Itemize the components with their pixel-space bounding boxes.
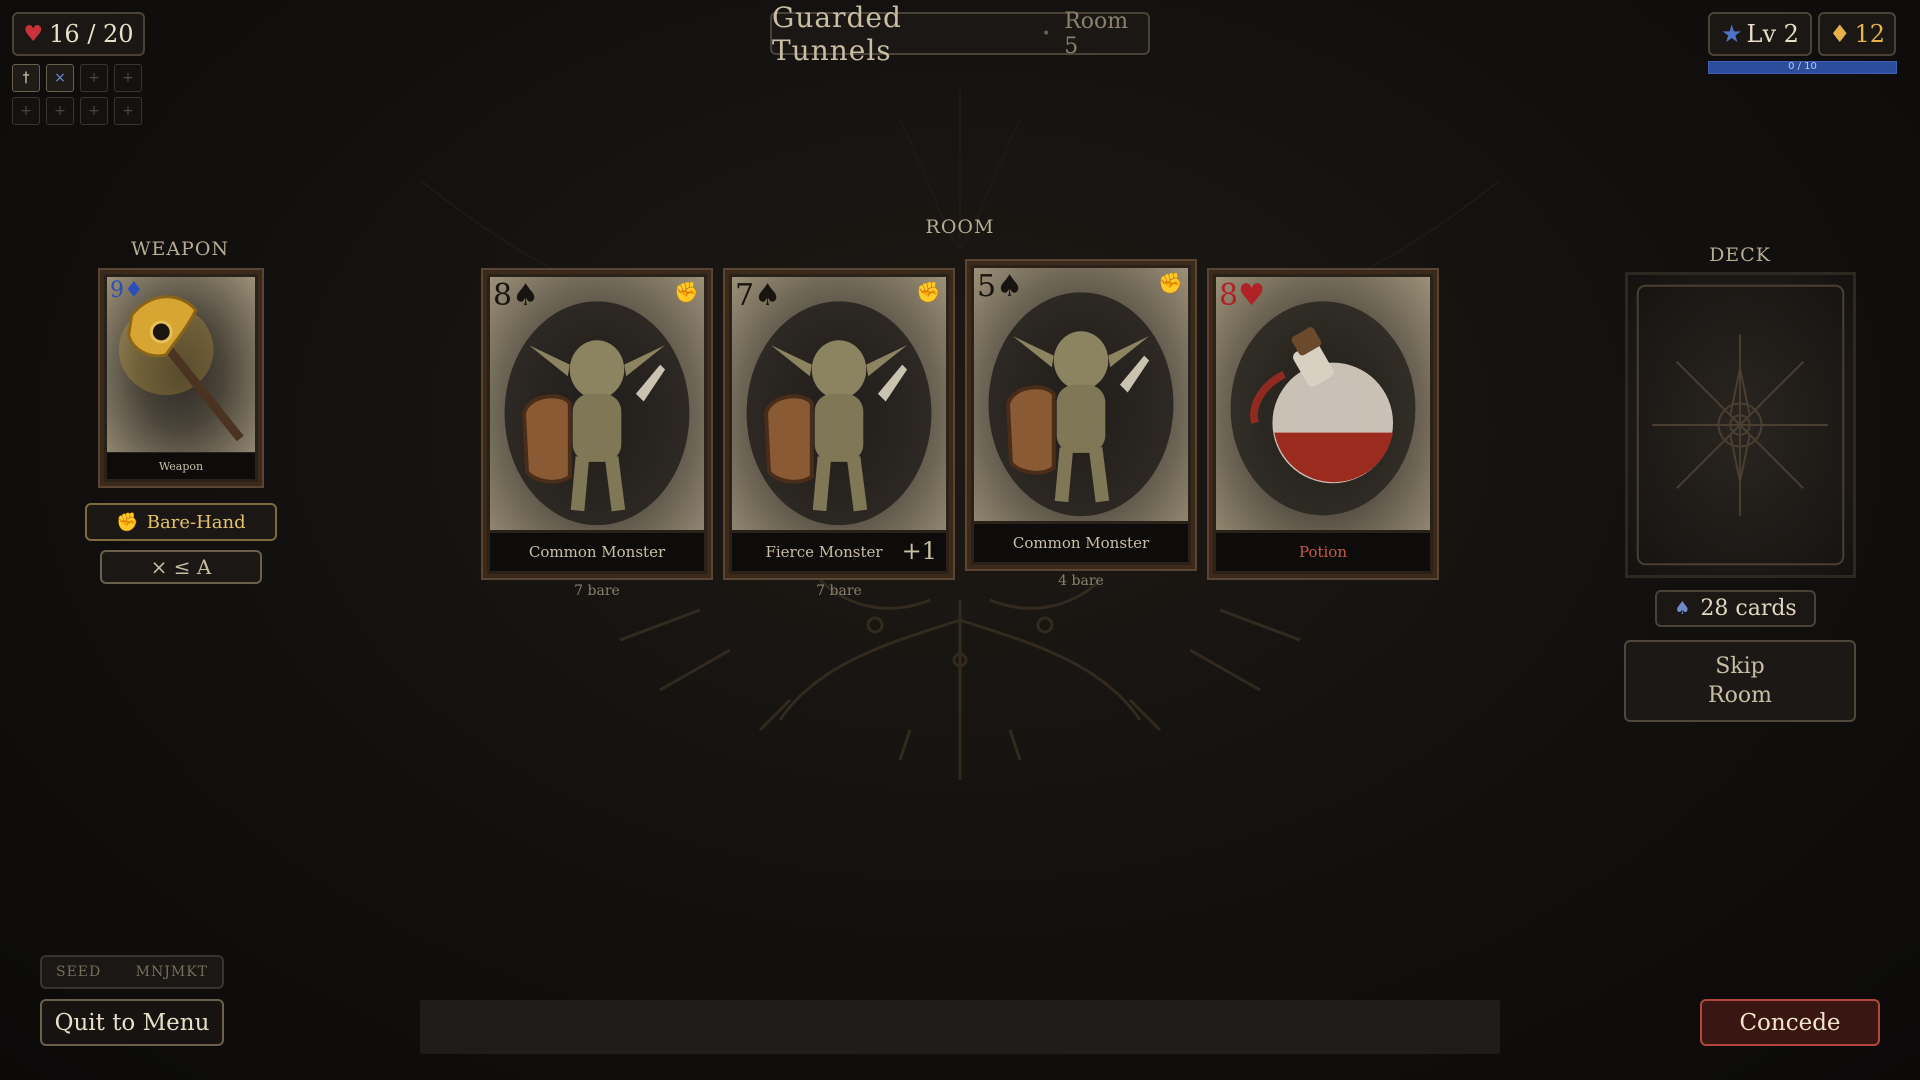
draw-deck[interactable] xyxy=(1625,272,1856,578)
goblin-icon xyxy=(974,268,1188,521)
quit-to-menu-button[interactable]: Quit to Menu xyxy=(40,999,224,1046)
dagger-slot[interactable]: † xyxy=(12,64,40,92)
card-rank: 5♠ xyxy=(977,269,1023,304)
room-card-common-monster-1[interactable]: 8♠ ✊ Common Monster xyxy=(481,268,713,580)
title-separator: • xyxy=(1041,25,1051,42)
card-bare-damage: 7 bare xyxy=(574,583,620,599)
room-card-fierce-monster[interactable]: 7♠ ✊ Fierce Monster +1 xyxy=(723,268,955,580)
fist-icon: ✊ xyxy=(1158,271,1183,295)
skip-room-line2: Room xyxy=(1708,683,1772,708)
seed-value: MNJMKT xyxy=(135,964,208,980)
goblin-icon xyxy=(490,277,704,530)
xp-bar: 0 / 10 xyxy=(1708,61,1897,74)
seed-label: SEED xyxy=(56,964,102,980)
weapon-rank: 9♦ xyxy=(110,278,144,303)
level-display: ★ Lv 2 xyxy=(1708,12,1812,56)
weapon-rule: ⨯ ≤ A xyxy=(100,550,262,584)
bare-hand-label: Bare-Hand xyxy=(146,511,246,533)
card-rank: 8♠ xyxy=(493,278,539,313)
card-rank: 7♠ xyxy=(735,278,781,313)
weapon-card[interactable]: 9♦ Weapon xyxy=(98,268,264,488)
empty-slot[interactable]: + xyxy=(114,64,142,92)
card-caption: Potion xyxy=(1216,533,1430,571)
card-bare-damage: 7 bare xyxy=(816,583,862,599)
message-log xyxy=(420,1000,1500,1054)
card-caption: Common Monster xyxy=(490,533,704,571)
skip-room-button[interactable]: Skip Room xyxy=(1624,640,1856,722)
health-display: ♥ 16 / 20 xyxy=(12,12,145,56)
empty-slot[interactable]: + xyxy=(46,97,74,125)
dungeon-title-banner: Guarded Tunnels • Room 5 xyxy=(770,1,1150,67)
fist-icon: ✊ xyxy=(116,511,139,533)
fierce-bonus: +1 xyxy=(901,537,937,565)
cross-slot[interactable]: × xyxy=(46,64,74,92)
goblin-icon xyxy=(732,277,946,530)
dungeon-name: Guarded Tunnels xyxy=(772,0,902,67)
deck-label: DECK xyxy=(1709,244,1771,266)
empty-slot[interactable]: + xyxy=(114,97,142,125)
weapon-label: WEAPON xyxy=(130,238,230,260)
deck-count-value: 28 cards xyxy=(1700,596,1797,621)
deck-count: ♠ 28 cards xyxy=(1655,590,1816,627)
inventory-row-1: † × + + xyxy=(12,64,142,92)
golden-axe-icon xyxy=(107,277,255,452)
empty-slot[interactable]: + xyxy=(12,97,40,125)
heart-icon: ♥ xyxy=(23,21,44,47)
xp-text: 0 / 10 xyxy=(1788,61,1817,72)
seed-display: SEED MNJMKT xyxy=(40,955,224,989)
room-label: ROOM xyxy=(925,216,995,238)
gold-value: 12 xyxy=(1854,20,1886,48)
inventory-row-2: + + + + xyxy=(12,97,142,125)
card-bare-damage: 4 bare xyxy=(1058,573,1104,589)
bare-hand-button[interactable]: ✊ Bare-Hand xyxy=(85,503,277,541)
room-number: Room 5 xyxy=(1064,8,1129,59)
empty-slot[interactable]: + xyxy=(80,64,108,92)
card-rank: 8♥ xyxy=(1219,278,1265,313)
skip-room-line1: Skip xyxy=(1715,654,1765,679)
gold-display: ♦ 12 xyxy=(1818,12,1896,56)
room-card-potion[interactable]: 8♥ Potion xyxy=(1207,268,1439,580)
card-caption: Common Monster xyxy=(974,524,1188,562)
spade-icon: ♠ xyxy=(1674,598,1691,619)
concede-button[interactable]: Concede xyxy=(1700,999,1880,1046)
fist-icon: ✊ xyxy=(916,280,941,304)
potion-icon xyxy=(1216,277,1430,530)
fist-icon: ✊ xyxy=(674,280,699,304)
level-value: Lv 2 xyxy=(1746,20,1799,48)
health-value: 16 / 20 xyxy=(49,20,134,48)
weapon-caption: Weapon xyxy=(107,453,255,479)
room-card-common-monster-2[interactable]: 5♠ ✊ Common Monster xyxy=(965,259,1197,571)
empty-slot[interactable]: + xyxy=(80,97,108,125)
compass-rose-icon xyxy=(1636,284,1845,566)
diamond-icon: ♦ xyxy=(1828,20,1851,48)
star-icon: ★ xyxy=(1721,20,1743,48)
